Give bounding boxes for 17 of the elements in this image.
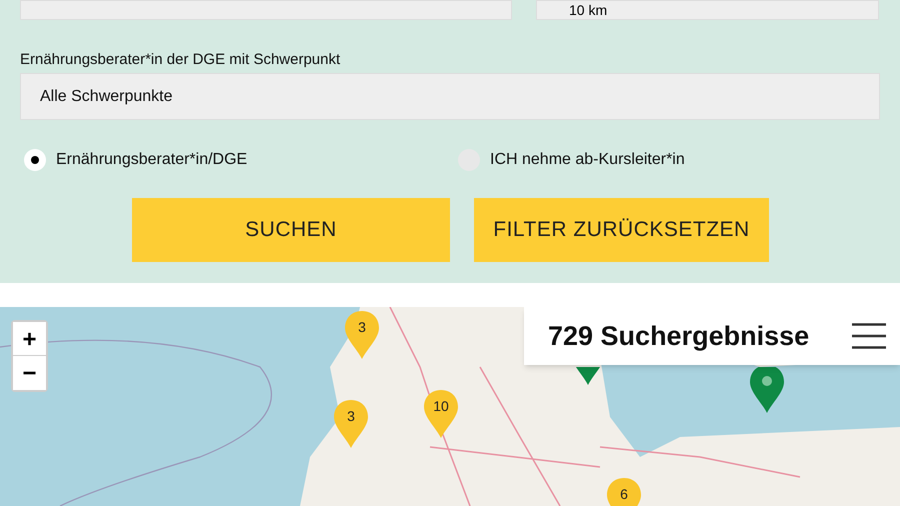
- name-field[interactable]: [20, 0, 512, 20]
- radio-button[interactable]: [24, 149, 46, 171]
- menu-icon[interactable]: [852, 323, 886, 349]
- distance-select[interactable]: 10 km: [536, 0, 879, 20]
- zoom-in-button[interactable]: +: [13, 322, 46, 356]
- reset-button[interactable]: FILTER ZURÜCKSETZEN: [474, 198, 769, 262]
- cluster-marker[interactable]: 3: [345, 311, 379, 359]
- focus-select[interactable]: Alle Schwerpunkte: [20, 73, 880, 120]
- map-pin-icon[interactable]: [750, 367, 784, 413]
- results-title: 729 Suchergebnisse: [548, 320, 810, 353]
- cluster-marker[interactable]: 6: [607, 478, 641, 506]
- search-button[interactable]: SUCHEN: [132, 198, 450, 262]
- radio-label: ICH nehme ab-Kursleiter*in: [490, 150, 685, 170]
- radio-label: Ernährungsberater*in/DGE: [56, 150, 248, 170]
- cluster-marker[interactable]: 10: [424, 390, 458, 438]
- field-label: Ernährungsberater*in der DGE mit Schwerpunkt: [20, 51, 340, 69]
- cluster-marker[interactable]: 3: [334, 400, 368, 448]
